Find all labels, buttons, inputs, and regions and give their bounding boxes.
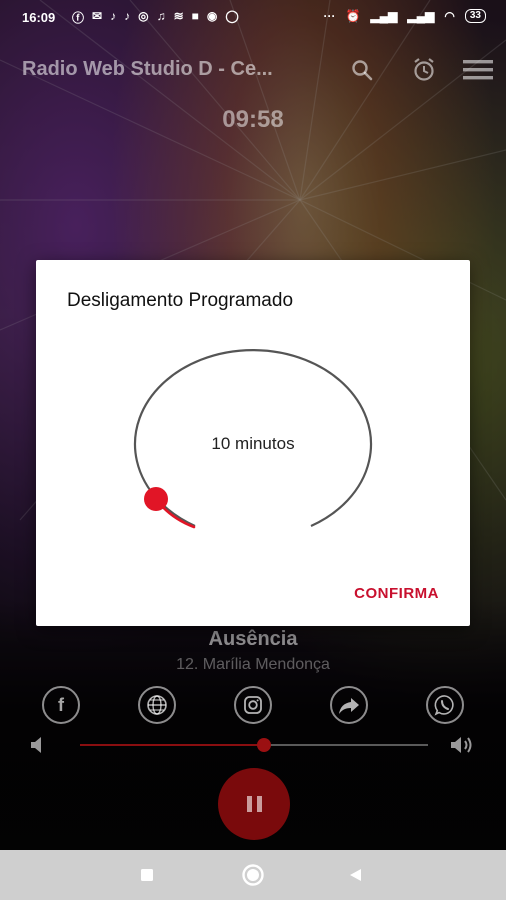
wifi-calling-icon: ≋ [173, 9, 184, 23]
status-time: 16:09 [22, 10, 56, 25]
home-circle-icon [242, 864, 264, 886]
volume-high-icon[interactable] [450, 735, 478, 755]
confirm-button[interactable]: CONFIRMA [354, 585, 439, 602]
facebook-icon: ⓕ [72, 11, 85, 25]
back-triangle-icon [350, 869, 361, 881]
home-button[interactable] [240, 862, 266, 888]
facebook-icon: f [58, 694, 64, 715]
whatsapp-button[interactable] [426, 686, 464, 724]
sleep-timer-dialog: Desligamento Programado 10 minutos CONFI… [36, 260, 470, 626]
instagram-icon [244, 696, 262, 714]
status-bar: 16:09 ⓕ ✉ ♪ ♪ ◎ ♫ ≋ ■ ◉ ◯ ··· ⏰ ▂▄▆ ▂▄▆ … [0, 0, 506, 36]
search-button[interactable] [346, 54, 378, 86]
dialog-title: Desligamento Programado [67, 290, 294, 311]
more-notifications-icon: ··· [323, 9, 336, 23]
volume-slider[interactable] [80, 738, 428, 752]
sleep-timer-countdown: 09:58 [222, 106, 284, 133]
sleep-timer-button[interactable] [408, 54, 440, 86]
share-arrow-icon [339, 698, 359, 714]
music-icon: ♫ [156, 9, 166, 23]
battery-icon: 33 [464, 9, 486, 23]
alarm-clock-icon [414, 58, 434, 81]
instagram-button[interactable] [234, 686, 272, 724]
hamburger-menu-icon [463, 60, 493, 80]
volume-low-icon[interactable] [30, 736, 46, 754]
pause-icon [246, 796, 262, 812]
dial-handle[interactable] [144, 487, 168, 511]
globe-icon [147, 695, 167, 715]
whatsapp-icon: ◯ [225, 9, 239, 23]
recents-square-icon [141, 869, 153, 881]
menu-button[interactable] [462, 54, 494, 86]
tiktok-icon: ♪ [110, 9, 117, 23]
signal-icon: ▂▄▆ [407, 9, 435, 23]
wifi-icon: ◠ [444, 9, 455, 23]
cast-icon: ◎ [138, 9, 149, 23]
status-right: ··· ⏰ ▂▄▆ ▂▄▆ ◠ 33 [323, 9, 486, 23]
sms-icon: ✉ [92, 9, 103, 23]
recents-button[interactable] [134, 862, 160, 888]
share-button[interactable] [330, 686, 368, 724]
website-button[interactable] [138, 686, 176, 724]
message-icon: ■ [191, 9, 199, 23]
facebook-button[interactable]: f [42, 686, 80, 724]
notification-icons: ⓕ ✉ ♪ ♪ ◎ ♫ ≋ ■ ◉ ◯ [72, 9, 239, 26]
chat-icon: ◉ [206, 9, 218, 23]
alarm-icon: ⏰ [345, 9, 361, 23]
app-bar: Radio Web Studio D - Ce... [0, 48, 506, 92]
tiktok-icon: ♪ [124, 9, 131, 23]
system-navigation-bar [0, 850, 506, 900]
timer-value-label: 10 minutos [211, 434, 295, 453]
volume-slider-fill [80, 744, 265, 746]
back-button[interactable] [342, 862, 368, 888]
search-icon [352, 60, 373, 81]
signal-icon: ▂▄▆ [370, 9, 398, 23]
play-pause-button[interactable] [218, 768, 290, 840]
volume-slider-thumb[interactable] [257, 738, 272, 752]
volume-row [0, 732, 506, 758]
social-row: f [0, 686, 506, 726]
track-title: Ausência [208, 628, 298, 650]
app-title: Radio Web Studio D - Ce... [22, 58, 273, 80]
whatsapp-icon [434, 695, 454, 716]
track-artist: 12. Marília Mendonça [176, 656, 330, 673]
